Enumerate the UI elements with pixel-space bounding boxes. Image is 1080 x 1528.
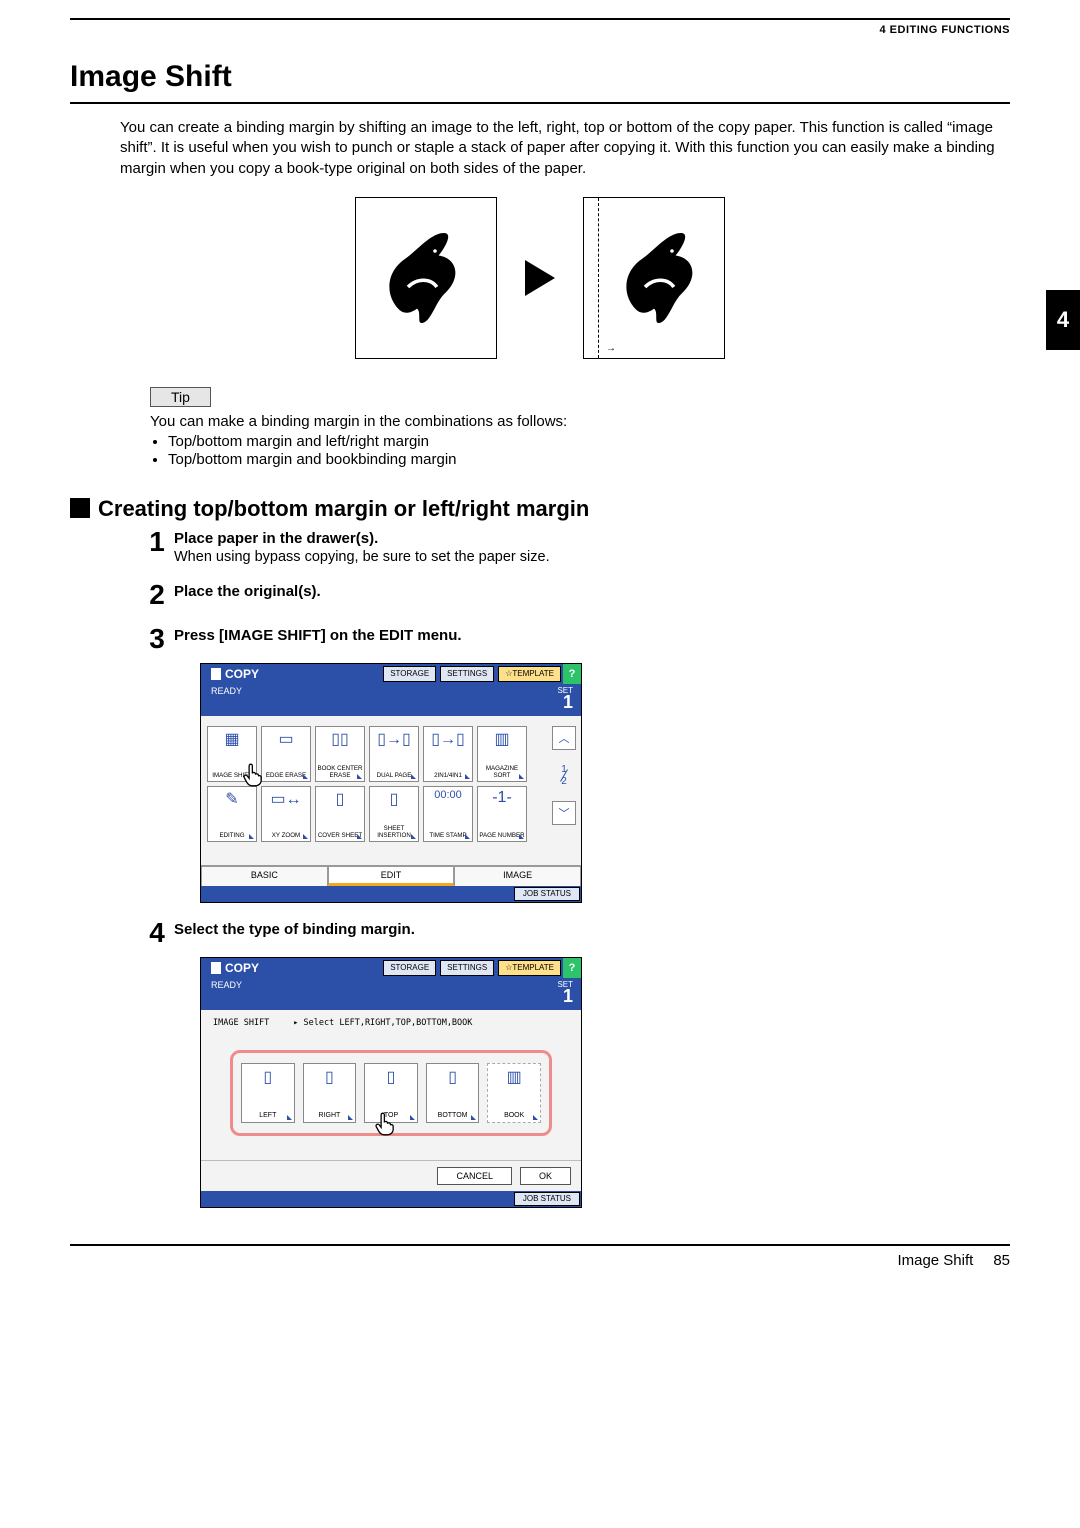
editing-button[interactable]: ✎EDITING	[207, 786, 257, 842]
margin-options: ▯LEFT ▯RIGHT ▯TOP ▯BOTTOM ▥BOOK	[230, 1050, 552, 1136]
settings-button[interactable]: SETTINGS	[440, 666, 494, 682]
counter-area: SET 1	[557, 980, 573, 1004]
footer-title: Image Shift	[897, 1252, 973, 1269]
intro-paragraph: You can create a binding margin by shift…	[120, 118, 1010, 179]
screen-hint: ▸ Select LEFT,RIGHT,TOP,BOTTOM,BOOK	[293, 1018, 472, 1028]
step-number: 3	[140, 625, 174, 653]
shifted-page: →	[583, 197, 725, 359]
help-button[interactable]: ?	[563, 958, 581, 978]
top-button[interactable]: ▯TOP	[364, 1063, 418, 1123]
step-note: When using bypass copying, be sure to se…	[174, 549, 1010, 565]
edge-erase-button[interactable]: ▭EDGE ERASE	[261, 726, 311, 782]
settings-button[interactable]: SETTINGS	[440, 960, 494, 976]
tab-image[interactable]: IMAGE	[454, 866, 581, 886]
edit-menu-panel: COPY STORAGE SETTINGS ☆ TEMPLATE ? READY…	[200, 663, 582, 903]
job-status-button[interactable]: JOB STATUS	[514, 1192, 580, 1206]
right-button[interactable]: ▯RIGHT	[303, 1063, 357, 1123]
bottom-button[interactable]: ▯BOTTOM	[426, 1063, 480, 1123]
step-heading: Select the type of binding margin.	[174, 921, 1010, 938]
dual-page-button[interactable]: ▯→▯DUAL PAGE	[369, 726, 419, 782]
scroll-up-button[interactable]: ︿	[552, 726, 576, 750]
shift-indicator-icon: →	[606, 343, 616, 354]
mode-copy-label[interactable]: COPY	[201, 664, 269, 684]
magazine-sort-button[interactable]: ▥MAGAZINE SORT	[477, 726, 527, 782]
tab-basic[interactable]: BASIC	[201, 866, 328, 886]
mode-copy-label[interactable]: COPY	[201, 958, 269, 978]
footer-page-number: 85	[993, 1252, 1010, 1269]
step-number: 1	[140, 528, 174, 556]
storage-button[interactable]: STORAGE	[383, 960, 436, 976]
counter-area: SET 1	[557, 686, 573, 710]
header-category: 4 EDITING FUNCTIONS	[70, 24, 1010, 36]
step-number: 2	[140, 581, 174, 609]
tab-edit[interactable]: EDIT	[328, 866, 455, 886]
template-button[interactable]: ☆ TEMPLATE	[498, 666, 561, 682]
tip-label: Tip	[150, 387, 211, 407]
help-button[interactable]: ?	[563, 664, 581, 684]
status-ready: READY	[211, 980, 242, 1004]
arrow-right-icon	[525, 260, 555, 296]
subsection-title: Creating top/bottom margin or left/right…	[70, 496, 1010, 522]
step-heading: Place paper in the drawer(s).	[174, 530, 1010, 547]
page-indicator: 1 2	[557, 764, 571, 787]
image-shift-panel: COPY STORAGE SETTINGS ☆ TEMPLATE ? READY…	[200, 957, 582, 1208]
cancel-button[interactable]: CANCEL	[437, 1167, 512, 1185]
step-number: 4	[140, 919, 174, 947]
tip-intro: You can make a binding margin in the com…	[150, 413, 567, 430]
sheet-insertion-button[interactable]: ▯SHEET INSERTION	[369, 786, 419, 842]
template-button[interactable]: ☆ TEMPLATE	[498, 960, 561, 976]
original-page	[355, 197, 497, 359]
time-stamp-button[interactable]: 00:00TIME STAMP	[423, 786, 473, 842]
storage-button[interactable]: STORAGE	[383, 666, 436, 682]
page-number-button[interactable]: -1-PAGE NUMBER	[477, 786, 527, 842]
status-ready: READY	[211, 686, 242, 710]
book-center-erase-button[interactable]: ▯▯BOOK CENTER ERASE	[315, 726, 365, 782]
screen-title: IMAGE SHIFT	[213, 1018, 269, 1028]
chapter-tab: 4	[1046, 290, 1080, 350]
tip-item: Top/bottom margin and left/right margin	[168, 433, 1010, 450]
job-status-button[interactable]: JOB STATUS	[514, 887, 580, 901]
image-shift-illustration: →	[70, 197, 1010, 359]
image-shift-button[interactable]: ▦IMAGE SHIFT	[207, 726, 257, 782]
step-heading: Press [IMAGE SHIFT] on the EDIT menu.	[174, 627, 1010, 644]
step-heading: Place the original(s).	[174, 583, 1010, 600]
2in1-4in1-button[interactable]: ▯→▯2IN1/4IN1	[423, 726, 473, 782]
book-button[interactable]: ▥BOOK	[487, 1063, 541, 1123]
tip-item: Top/bottom margin and bookbinding margin	[168, 451, 1010, 468]
cover-sheet-button[interactable]: ▯COVER SHEET	[315, 786, 365, 842]
section-title: Image Shift	[70, 60, 1010, 104]
xy-zoom-button[interactable]: ▭↔XY ZOOM	[261, 786, 311, 842]
left-button[interactable]: ▯LEFT	[241, 1063, 295, 1123]
orca-icon	[381, 223, 471, 333]
scroll-down-button[interactable]: ﹀	[552, 801, 576, 825]
orca-icon	[618, 223, 708, 333]
ok-button[interactable]: OK	[520, 1167, 571, 1185]
